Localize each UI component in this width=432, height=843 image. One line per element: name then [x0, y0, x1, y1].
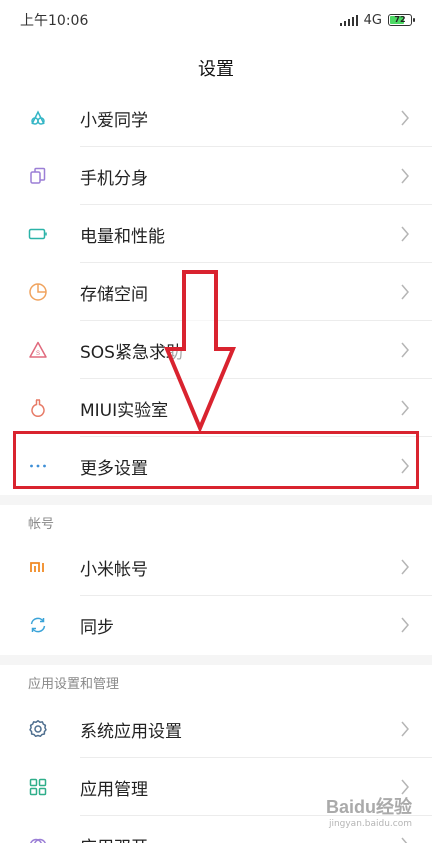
annotation-arrow [163, 270, 237, 434]
watermark-url: jingyan.baidu.com [328, 819, 412, 829]
annotation-highlight-box [13, 431, 419, 489]
settings-screen: 上午10:06 4G 72 设置 小爱同学 手机分身 电量和性能 存储空间 S … [0, 0, 432, 843]
watermark: Baidu经验 jingyan.baidu.com [326, 793, 412, 829]
watermark-logo: Baidu经验 [325, 797, 412, 817]
